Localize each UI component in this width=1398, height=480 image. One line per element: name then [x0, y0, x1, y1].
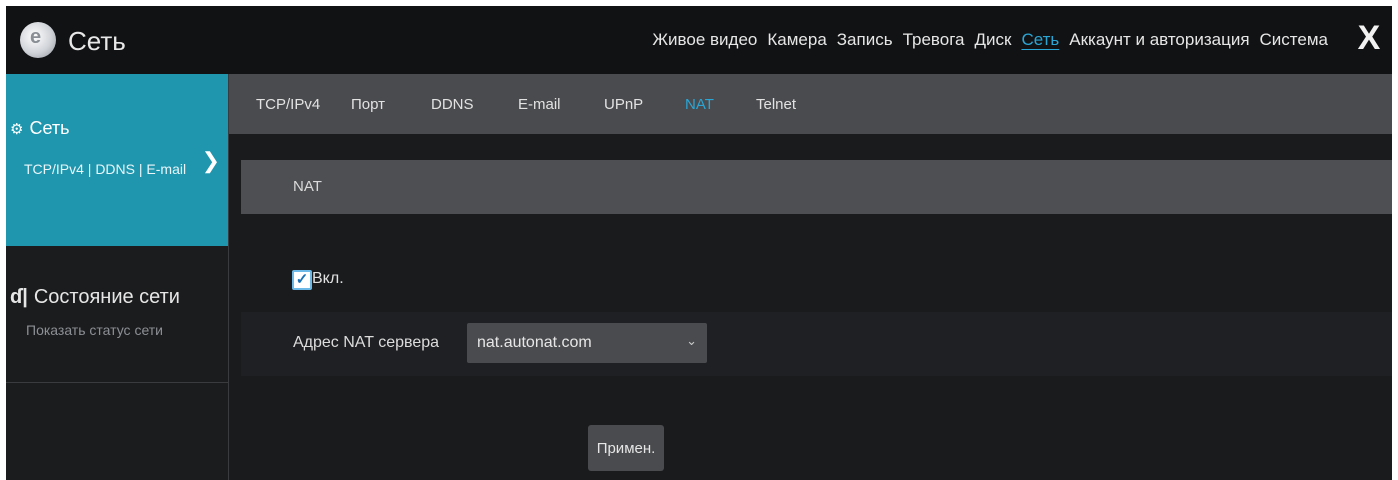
nat-server-label: Адрес NAT сервера	[293, 334, 440, 351]
network-icon: ⚙	[10, 121, 24, 138]
nav-item-record[interactable]: Запись	[837, 30, 893, 50]
apply-button[interactable]: Примен.	[588, 425, 664, 471]
sidebar-item-status-title: Состояние сети	[33, 286, 180, 308]
sidebar-item-network-header: ⚙ Сеть	[10, 118, 70, 139]
header-bar: e Сеть Живое видео Камера Запись Тревога…	[6, 6, 1392, 75]
chevron-right-icon: ❯	[201, 148, 220, 173]
nav-item-account[interactable]: Аккаунт и авторизация	[1069, 30, 1249, 50]
section-header: NAT	[241, 160, 1392, 214]
tab-tcpipv4[interactable]: TCP/IPv4	[256, 96, 320, 113]
nat-server-value: nat.autonat.com	[477, 334, 592, 351]
sidebar-item-network-status[interactable]: ɗ| Состояние сети Показать статус сети	[6, 246, 228, 383]
logo-icon: e	[30, 26, 42, 48]
section-title: NAT	[293, 178, 322, 195]
sidebar-item-network[interactable]: ⚙ Сеть TCP/IPv4 | DDNS | E-mail ❯	[6, 74, 228, 246]
tab-telnet[interactable]: Telnet	[756, 96, 796, 113]
top-nav: Живое видео Камера Запись Тревога Диск С…	[652, 30, 1328, 50]
nat-server-select[interactable]: nat.autonat.com ⌄	[467, 323, 707, 363]
sidebar-item-status-subtitle: Показать статус сети	[26, 322, 163, 338]
enable-label: Вкл.	[312, 270, 344, 287]
tab-port[interactable]: Порт	[351, 96, 385, 113]
tab-email[interactable]: E-mail	[518, 96, 561, 113]
tab-upnp[interactable]: UPnP	[604, 96, 643, 113]
tab-bar: TCP/IPv4 Порт DDNS E-mail UPnP NAT Telne…	[229, 74, 1392, 134]
close-icon[interactable]: X	[1354, 20, 1384, 56]
nat-server-row: Адрес NAT сервера nat.autonat.com ⌄	[241, 312, 1392, 376]
nav-item-system[interactable]: Система	[1260, 30, 1328, 50]
network-status-icon: ɗ|	[10, 286, 28, 308]
nav-item-camera[interactable]: Камера	[767, 30, 826, 50]
nav-item-alarm[interactable]: Тревога	[903, 30, 965, 50]
tab-nat[interactable]: NAT	[685, 96, 714, 113]
app-window: e Сеть Живое видео Камера Запись Тревога…	[6, 6, 1392, 480]
nav-item-live-video[interactable]: Живое видео	[652, 30, 757, 50]
nav-item-network[interactable]: Сеть	[1021, 30, 1059, 50]
sidebar-item-network-title: Сеть	[29, 118, 70, 138]
sidebar-item-status-header: ɗ| Состояние сети	[10, 286, 180, 309]
chevron-down-icon: ⌄	[686, 333, 697, 348]
sidebar-item-network-links[interactable]: TCP/IPv4 | DDNS | E-mail	[24, 156, 189, 182]
nav-item-disk[interactable]: Диск	[974, 30, 1011, 50]
tab-ddns[interactable]: DDNS	[431, 96, 474, 113]
sidebar: ⚙ Сеть TCP/IPv4 | DDNS | E-mail ❯ ɗ| Состо…	[6, 74, 229, 480]
page-title: Сеть	[68, 26, 126, 56]
